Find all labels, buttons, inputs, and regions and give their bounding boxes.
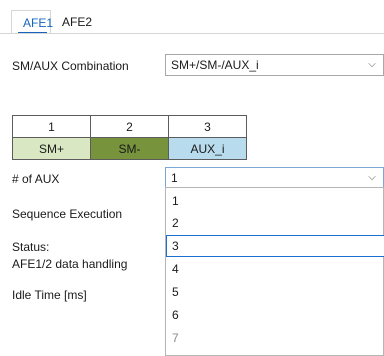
tab-afe1-label: AFE1 <box>23 16 54 30</box>
aux-option-4[interactable]: 4 <box>166 258 384 280</box>
channel-cell-sm-minus: SM- <box>90 137 169 160</box>
combination-label: SM/AUX Combination <box>12 59 129 73</box>
combination-value: SM+/SM-/AUX_i <box>171 58 259 72</box>
status-value: AFE1/2 data handling <box>12 257 128 271</box>
tab-afe2[interactable]: AFE2 <box>52 10 92 34</box>
channel-grid: 1 2 3 SM+ SM- AUX_i <box>12 115 247 160</box>
idle-time-label: Idle Time [ms] <box>12 288 87 302</box>
channel-header-3: 3 <box>168 115 247 138</box>
aux-count-value: 1 <box>171 171 178 185</box>
channel-cell-aux-i: AUX_i <box>168 137 247 160</box>
aux-count-label: # of AUX <box>12 172 60 186</box>
status-label: Status: <box>12 240 50 254</box>
aux-count-dropdown: 1 2 3 4 5 6 7 <box>165 187 384 356</box>
aux-option-2[interactable]: 2 <box>166 212 384 234</box>
aux-count-select[interactable]: 1 ⌵ <box>165 167 384 189</box>
aux-option-5[interactable]: 5 <box>166 281 384 303</box>
channel-header-2: 2 <box>90 115 169 138</box>
combination-select[interactable]: SM+/SM-/AUX_i ⌵ <box>165 54 384 76</box>
chevron-down-icon[interactable]: ⌵ <box>367 55 377 75</box>
afe-tab-bar: AFE1 AFE2 <box>10 10 130 34</box>
tab-afe2-label: AFE2 <box>62 15 93 29</box>
aux-option-3[interactable]: 3 <box>166 235 384 257</box>
aux-option-7[interactable]: 7 <box>166 327 384 349</box>
sequence-label: Sequence Execution <box>12 207 123 221</box>
tab-divider <box>0 33 384 34</box>
channel-cell-sm-plus: SM+ <box>12 137 91 160</box>
channel-header-1: 1 <box>12 115 91 138</box>
aux-option-6[interactable]: 6 <box>166 304 384 326</box>
chevron-down-icon[interactable]: ⌵ <box>367 168 377 188</box>
aux-option-1[interactable]: 1 <box>166 190 384 212</box>
tab-afe1[interactable]: AFE1 <box>11 10 54 34</box>
